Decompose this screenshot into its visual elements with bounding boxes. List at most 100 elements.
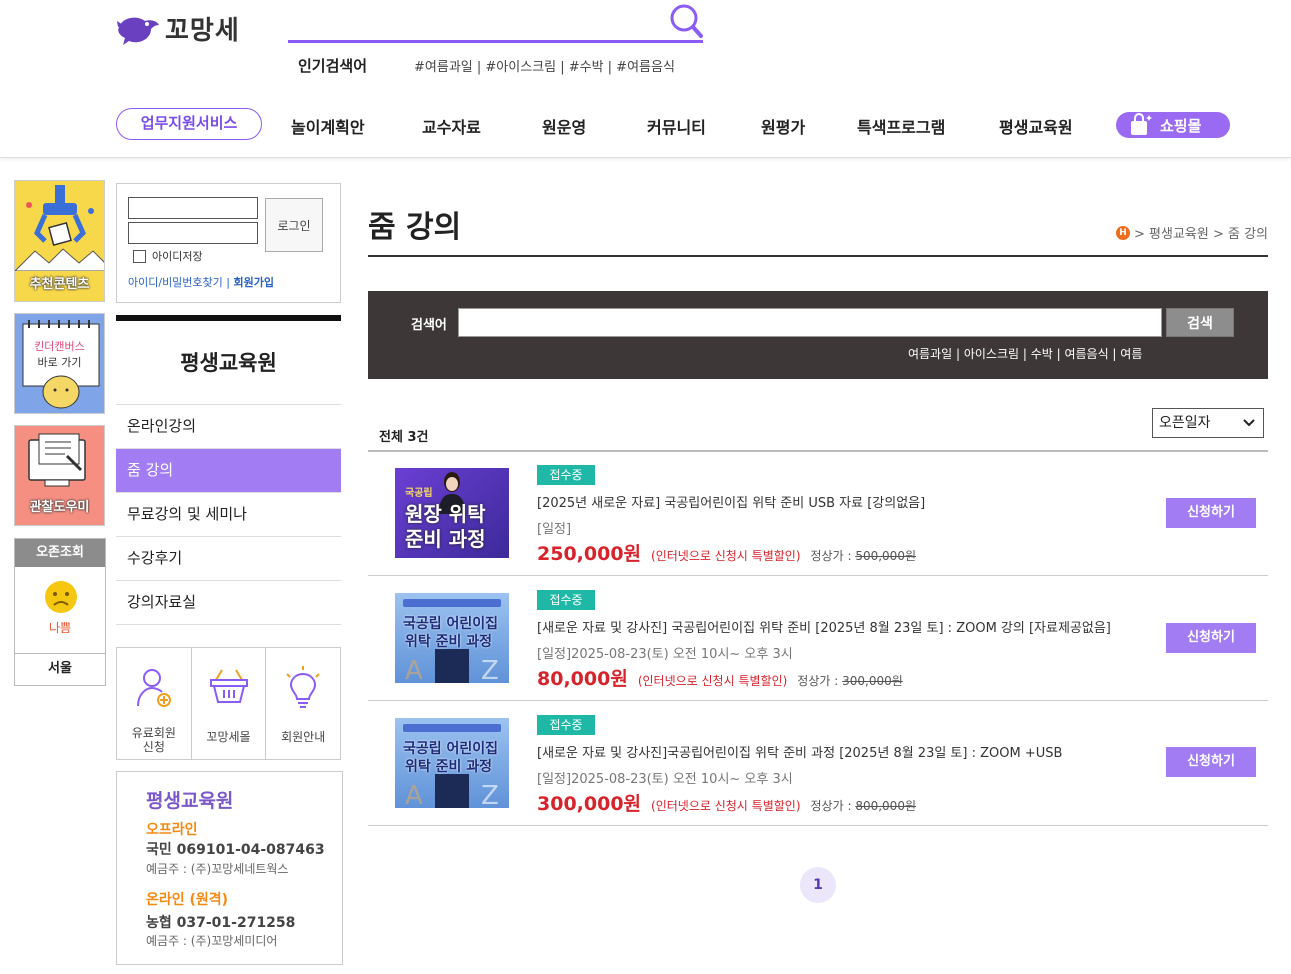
offline-label: 오프라인 (146, 822, 198, 838)
sort-selected: 오픈일자 (1159, 415, 1211, 431)
login-button[interactable]: 로그인 (265, 198, 323, 252)
ozone-widget: 오존조회 나쁨 서울 (14, 538, 106, 686)
side-item-free-seminar[interactable]: 무료강의 및 세미나 (116, 493, 341, 537)
side-item-materials[interactable]: 강의자료실 (116, 581, 341, 625)
lecture-title[interactable]: [새로운 자료 및 강사진]국공립어린이집 위탁 준비 과정 [2025년 8월… (537, 742, 1062, 761)
discount-note: (인터넷으로 신청시 특별할인) (651, 549, 801, 563)
original-price-label: 정상가 : (797, 674, 839, 688)
lecture-thumbnail[interactable]: A Z 국공립 어린이집 위탁 준비 과정 (395, 593, 509, 683)
search-label: 검색어 (411, 318, 447, 333)
title-divider (368, 255, 1268, 257)
discount-note: (인터넷으로 신청시 특별할인) (637, 674, 788, 688)
search-icon[interactable] (667, 2, 705, 48)
svg-text:A: A (405, 781, 423, 808)
login-links: 아이디/비밀번호찾기 | 회원가입 (128, 274, 274, 290)
quick-links: 유료회원 신청 꼬망세몰 회원안내 (116, 647, 341, 760)
ozone-status: 나쁨 (48, 621, 72, 635)
original-price-label: 정상가 : (810, 549, 852, 563)
sad-face-icon (45, 581, 77, 613)
thumb-small-text: 국공립 (405, 488, 433, 499)
breadcrumb-path[interactable]: > 평생교육원 > 줌 강의 (1134, 223, 1268, 242)
find-account-link[interactable]: 아이디/비밀번호찾기 | (128, 276, 230, 289)
svg-text:Z: Z (481, 781, 499, 808)
login-password-input[interactable] (128, 222, 258, 244)
nav-community[interactable]: 커뮤니티 (647, 114, 706, 138)
sale-price: 250,000원 (537, 543, 642, 565)
side-item-zoom-lecture[interactable]: 줌 강의 (116, 449, 341, 493)
shop-button[interactable]: 쇼핑몰 (1116, 112, 1230, 138)
recommend-content-banner[interactable]: 추천콘텐츠 (14, 180, 105, 302)
home-icon[interactable]: H (1116, 225, 1130, 240)
add-user-icon (136, 669, 171, 707)
thumb-line2: 위탁 준비 과정 (405, 634, 493, 650)
member-guide-link[interactable]: 회원안내 (266, 648, 340, 759)
side-item-review[interactable]: 수강후기 (116, 537, 341, 581)
observation-helper-banner[interactable]: 관찰도우미 (14, 425, 105, 526)
lecture-thumbnail[interactable]: 국공립 원장 위탁 준비 과정 (395, 468, 509, 558)
lecture-thumbnail[interactable]: A Z 국공립 어린이집 위탁 준비 과정 (395, 718, 509, 808)
kinder-canvas-banner[interactable]: 킨더캔버스 바로 가기 (14, 313, 105, 414)
side-menu: 평생교육원 온라인강의 줌 강의 무료강의 및 세미나 수강후기 강의자료실 (116, 315, 341, 625)
login-box: 로그인 아이디저장 아이디/비밀번호찾기 | 회원가입 (116, 183, 341, 303)
join-link[interactable]: 회원가입 (234, 276, 274, 289)
offline-holder: 예금주 : (주)꼬망세네트웍스 (146, 862, 289, 876)
lecture-price: 300,000원 (인터넷으로 신청시 특별할인) 정상가 : 800,000원 (537, 789, 916, 816)
page-title: 줌 강의 (368, 210, 462, 245)
site-header: 꼬망세 인기검색어 #여름과일 | #아이스크림 | #수박 | #여름음식 업… (0, 0, 1291, 158)
apply-button[interactable]: 신청하기 (1166, 747, 1256, 777)
nav-operation[interactable]: 원운영 (542, 114, 586, 138)
member-guide-label: 회원안내 (281, 730, 326, 744)
search-button[interactable]: 검색 (1166, 308, 1234, 337)
header-search-input[interactable] (288, 40, 703, 43)
lecture-row: 국공립 원장 위탁 준비 과정 접수중 [2025년 새로운 자료] 국공립어린… (368, 451, 1268, 575)
lecture-title[interactable]: [새로운 자료 및 강사진] 국공립어린이집 위탁 준비 [2025년 8월 2… (537, 617, 1111, 636)
login-id-input[interactable] (128, 197, 258, 219)
lecture-schedule: [일정]2025-08-23(토) 오전 10시~ 오후 3시 (537, 647, 793, 662)
page-1-button[interactable]: 1 (800, 867, 836, 903)
apply-button[interactable]: 신청하기 (1166, 623, 1256, 653)
lecture-title[interactable]: [2025년 새로운 자료] 국공립어린이집 위탁 준비 USB 자료 [강의없… (537, 492, 925, 511)
online-holder: 예금주 : (주)꼬망세미디어 (146, 934, 278, 948)
sale-price: 300,000원 (537, 793, 642, 815)
lecture-row: A Z 국공립 어린이집 위탁 준비 과정 접수중 [새로운 자료 및 강사진]… (368, 576, 1268, 700)
total-count: 전체 3건 (379, 430, 429, 445)
lecture-price: 80,000원 (인터넷으로 신청시 특별할인) 정상가 : 300,000원 (537, 664, 903, 691)
ozone-city[interactable]: 서울 (15, 653, 105, 686)
shop-mall-link[interactable]: 꼬망세몰 (192, 648, 267, 759)
lecture-schedule: [일정]2025-08-23(토) 오전 10시~ 오후 3시 (537, 772, 793, 787)
popular-search-label: 인기검색어 (298, 57, 368, 75)
checkbox-icon[interactable] (133, 249, 146, 263)
search-tags[interactable]: 여름과일 | 아이스크림 | 수박 | 여름음식 | 여름 (908, 345, 1142, 362)
side-menu-title: 평생교육원 (116, 315, 341, 405)
sort-select[interactable]: 오픈일자 (1152, 408, 1264, 438)
paid-member-link[interactable]: 유료회원 신청 (117, 648, 192, 759)
paid-member-label: 유료회원 신청 (117, 726, 191, 754)
side-item-online-lecture[interactable]: 온라인강의 (116, 405, 341, 449)
thumb-line1: 국공립 어린이집 (403, 616, 499, 632)
nav-play-plan[interactable]: 놀이계획안 (291, 114, 365, 138)
apply-button[interactable]: 신청하기 (1166, 498, 1256, 528)
save-id-label: 아이디저장 (152, 250, 203, 263)
lecture-search-input[interactable] (458, 308, 1162, 337)
kinder-canvas-subtitle: 바로 가기 (37, 356, 82, 369)
nav-evaluation[interactable]: 원평가 (761, 114, 805, 138)
site-logo[interactable]: 꼬망세 (115, 10, 240, 47)
logo-text: 꼬망세 (165, 16, 240, 46)
online-label: 온라인 (원격) (146, 892, 229, 908)
nav-special-program[interactable]: 특색프로그램 (857, 114, 945, 138)
breadcrumb: H > 평생교육원 > 줌 강의 (1116, 223, 1268, 242)
nav-lifelong-education[interactable]: 평생교육원 (999, 114, 1073, 138)
popular-search-tags[interactable]: #여름과일 | #아이스크림 | #수박 | #여름음식 (414, 56, 675, 75)
original-price: 정상가 : 800,000원 (811, 797, 916, 814)
original-price: 정상가 : 500,000원 (811, 547, 916, 564)
sale-price: 80,000원 (537, 668, 628, 690)
paid-member-label-line1: 유료회원 (131, 726, 176, 740)
ozone-title: 오존조회 (15, 539, 105, 567)
nav-teaching-material[interactable]: 교수자료 (422, 114, 481, 138)
original-price-value: 300,000원 (842, 674, 903, 688)
offline-account: 국민 069101-04-087463 (146, 842, 325, 858)
save-id-checkbox[interactable]: 아이디저장 (133, 248, 203, 264)
main-navigation: 업무지원서비스 놀이계획안 교수자료 원운영 커뮤니티 원평가 특색프로그램 평… (0, 108, 1291, 142)
nav-work-support[interactable]: 업무지원서비스 (116, 108, 262, 140)
bank-title: 평생교육원 (146, 790, 234, 812)
